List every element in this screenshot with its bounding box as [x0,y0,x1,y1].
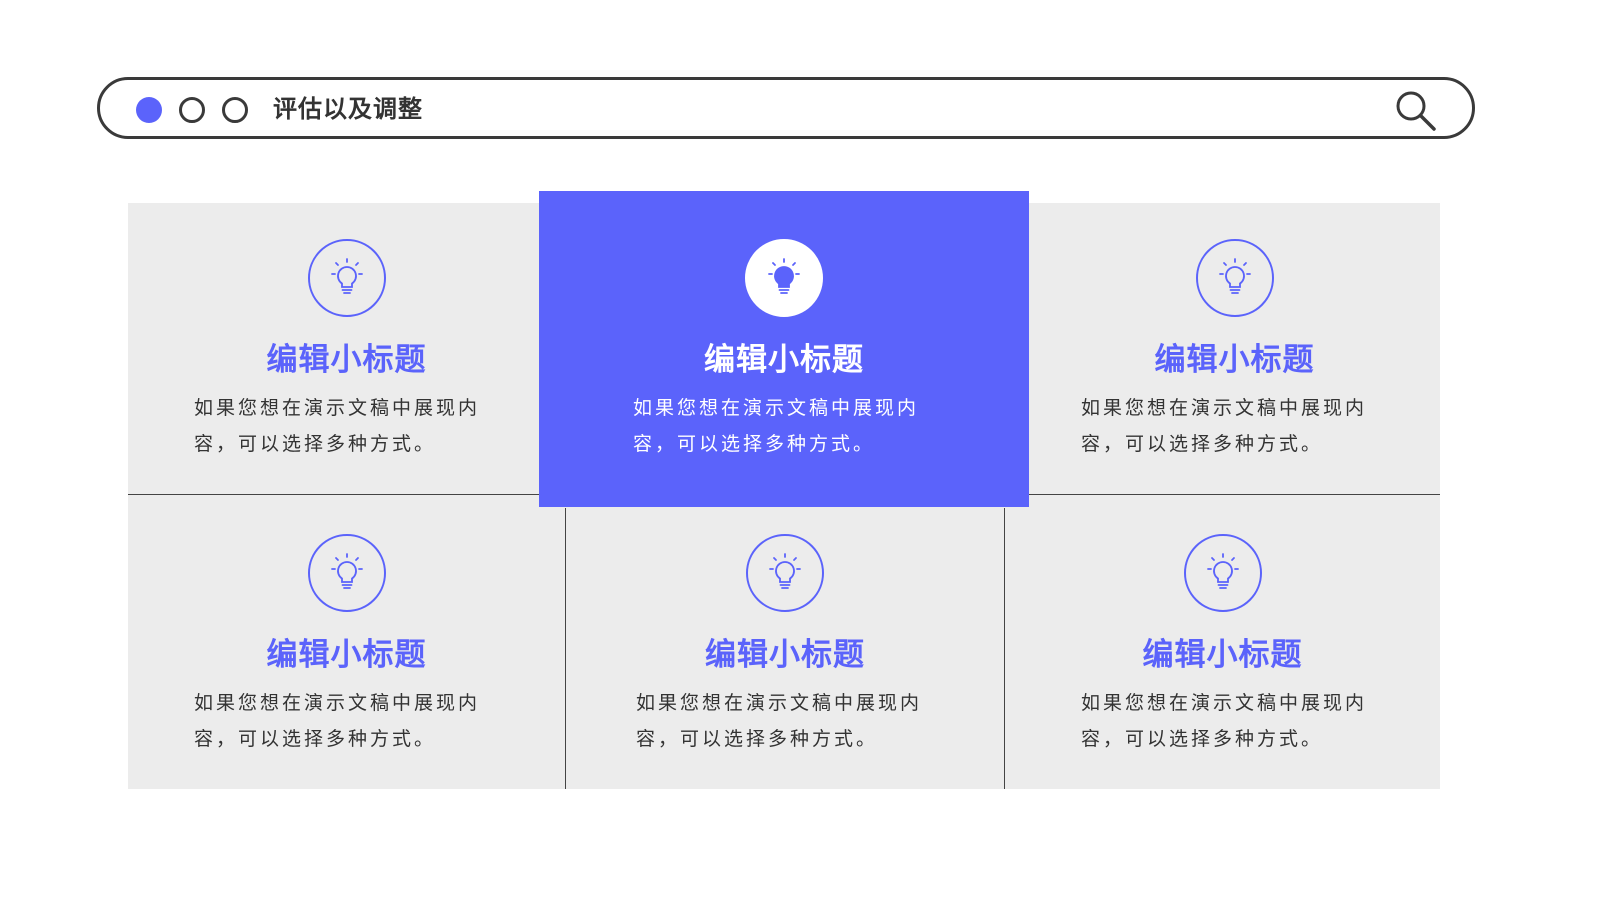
lightbulb-icon [307,239,386,317]
window-dot-outline-2[interactable] [222,97,248,123]
card-description: 如果您想在演示文稿中展现内 容，可以选择多种方式。 [1081,685,1393,757]
feature-card-1[interactable]: 编辑小标题 如果您想在演示文稿中展现内 容，可以选择多种方式。 [128,203,565,494]
card-description: 如果您想在演示文稿中展现内 容，可以选择多种方式。 [636,685,948,757]
card-description-line-1: 如果您想在演示文稿中展现内 [194,692,481,714]
search-bar[interactable]: 评估以及调整 [97,77,1475,139]
feature-card-5[interactable]: 编辑小标题 如果您想在演示文稿中展现内 容，可以选择多种方式。 [566,495,1004,789]
card-description-line-1: 如果您想在演示文稿中展现内 [194,397,481,419]
card-description-line-1: 如果您想在演示文稿中展现内 [1081,397,1368,419]
feature-card-3[interactable]: 编辑小标题 如果您想在演示文稿中展现内 容，可以选择多种方式。 [1029,203,1440,494]
card-description-line-2: 容，可以选择多种方式。 [194,433,437,455]
search-icon[interactable] [1394,89,1438,133]
card-description-line-1: 如果您想在演示文稿中展现内 [636,692,923,714]
card-description-line-2: 容，可以选择多种方式。 [633,433,876,455]
card-title: 编辑小标题 [266,637,427,673]
search-bar-title: 评估以及调整 [273,95,423,123]
card-title: 编辑小标题 [704,342,864,378]
lightbulb-icon [1183,534,1262,612]
card-title: 编辑小标题 [1154,342,1315,378]
card-description: 如果您想在演示文稿中展现内 容，可以选择多种方式。 [194,390,506,462]
card-title: 编辑小标题 [1142,637,1303,673]
card-description-line-1: 如果您想在演示文稿中展现内 [633,397,920,419]
card-title: 编辑小标题 [705,637,865,673]
feature-card-2-highlighted[interactable]: 编辑小标题 如果您想在演示文稿中展现内 容，可以选择多种方式。 [539,191,1029,507]
lightbulb-icon [1195,239,1274,317]
lightbulb-icon [746,534,824,612]
card-description: 如果您想在演示文稿中展现内 容，可以选择多种方式。 [633,390,945,462]
window-dot-outline-1[interactable] [179,97,205,123]
card-description-line-2: 容，可以选择多种方式。 [1081,728,1324,750]
card-description-line-2: 容，可以选择多种方式。 [636,728,879,750]
feature-card-6[interactable]: 编辑小标题 如果您想在演示文稿中展现内 容，可以选择多种方式。 [1005,495,1440,789]
card-description-line-2: 容，可以选择多种方式。 [1081,433,1324,455]
card-description-line-2: 容，可以选择多种方式。 [194,728,437,750]
card-description-line-1: 如果您想在演示文稿中展现内 [1081,692,1368,714]
card-description: 如果您想在演示文稿中展现内 容，可以选择多种方式。 [1081,390,1393,462]
lightbulb-icon [745,239,823,317]
card-description: 如果您想在演示文稿中展现内 容，可以选择多种方式。 [194,685,506,757]
window-dot-filled[interactable] [136,97,162,123]
card-title: 编辑小标题 [266,342,427,378]
feature-card-4[interactable]: 编辑小标题 如果您想在演示文稿中展现内 容，可以选择多种方式。 [128,495,565,789]
lightbulb-icon [307,534,386,612]
